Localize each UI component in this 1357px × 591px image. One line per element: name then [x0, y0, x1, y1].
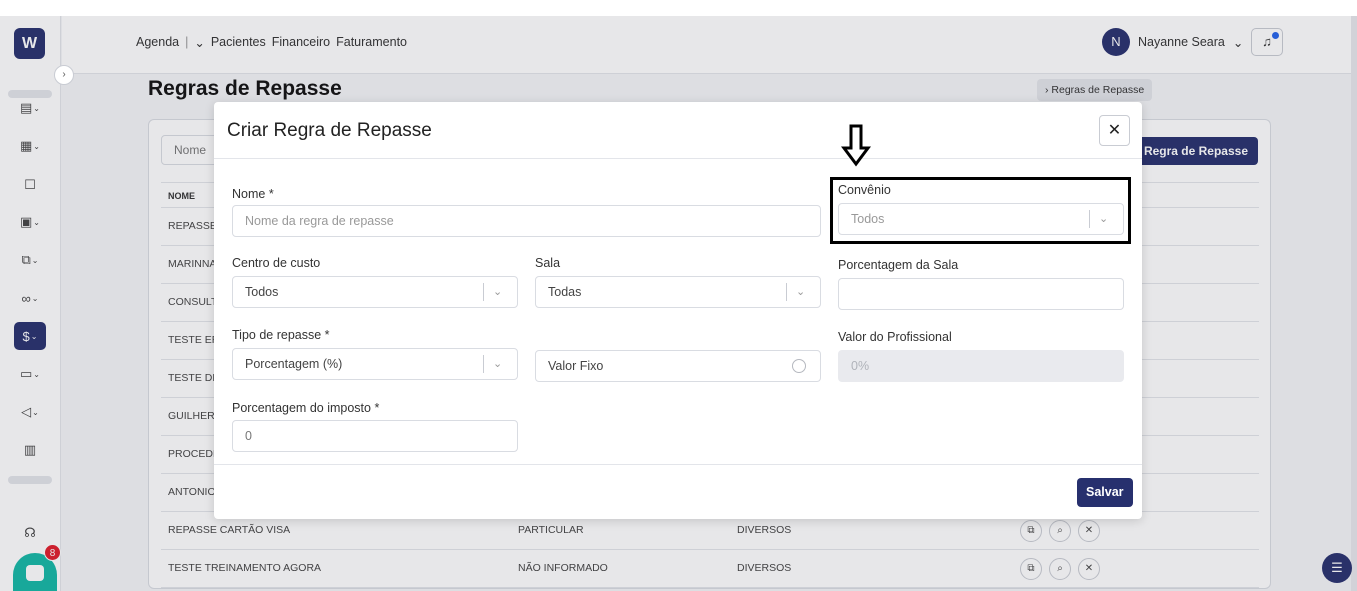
nome-input[interactable]: Nome da regra de repasse	[232, 205, 821, 237]
select-separator	[483, 283, 484, 301]
sala-label: Sala	[535, 256, 561, 270]
sala-select[interactable]: Todas ⌄	[535, 276, 821, 308]
down-arrow-icon	[841, 124, 871, 167]
centro-custo-value: Todos	[245, 285, 279, 299]
valor-fixo-option[interactable]: Valor Fixo	[535, 350, 821, 382]
tipo-repasse-value: Porcentagem (%)	[245, 357, 343, 371]
modal-title: Criar Regra de Repasse	[227, 120, 432, 141]
porcentagem-sala-label: Porcentagem da Sala	[838, 258, 959, 272]
select-separator	[483, 355, 484, 373]
porcentagem-imposto-label: Porcentagem do imposto *	[232, 401, 380, 415]
chevron-down-icon: ⌄	[796, 286, 806, 298]
sidebar-toggle-button[interactable]: ›	[54, 65, 74, 85]
close-button[interactable]: ✕	[1099, 115, 1130, 146]
save-button[interactable]: Salvar	[1077, 478, 1133, 507]
highlight-box	[830, 177, 1131, 244]
select-separator	[786, 283, 787, 301]
valor-profissional-input: 0%	[838, 350, 1124, 382]
tipo-repasse-select[interactable]: Porcentagem (%) ⌄	[232, 348, 518, 380]
porcentagem-sala-input[interactable]	[838, 278, 1124, 310]
modal-footer: Salvar	[214, 464, 1142, 519]
sala-value: Todas	[548, 285, 582, 299]
tipo-repasse-label: Tipo de repasse *	[232, 328, 330, 342]
valor-fixo-label: Valor Fixo	[548, 359, 604, 373]
create-rule-modal: Criar Regra de Repasse ✕ Nome * Nome da …	[214, 102, 1142, 519]
chevron-down-icon: ⌄	[493, 358, 503, 370]
porcentagem-imposto-input[interactable]: 0	[232, 420, 518, 452]
centro-custo-label: Centro de custo	[232, 256, 321, 270]
chevron-down-icon: ⌄	[493, 286, 503, 298]
close-icon: ✕	[1107, 122, 1122, 139]
centro-custo-select[interactable]: Todos ⌄	[232, 276, 518, 308]
valor-fixo-radio[interactable]	[792, 359, 806, 373]
valor-profissional-label: Valor do Profissional	[838, 330, 952, 344]
modal-header: Criar Regra de Repasse ✕	[214, 102, 1142, 159]
nome-label: Nome *	[232, 187, 274, 201]
